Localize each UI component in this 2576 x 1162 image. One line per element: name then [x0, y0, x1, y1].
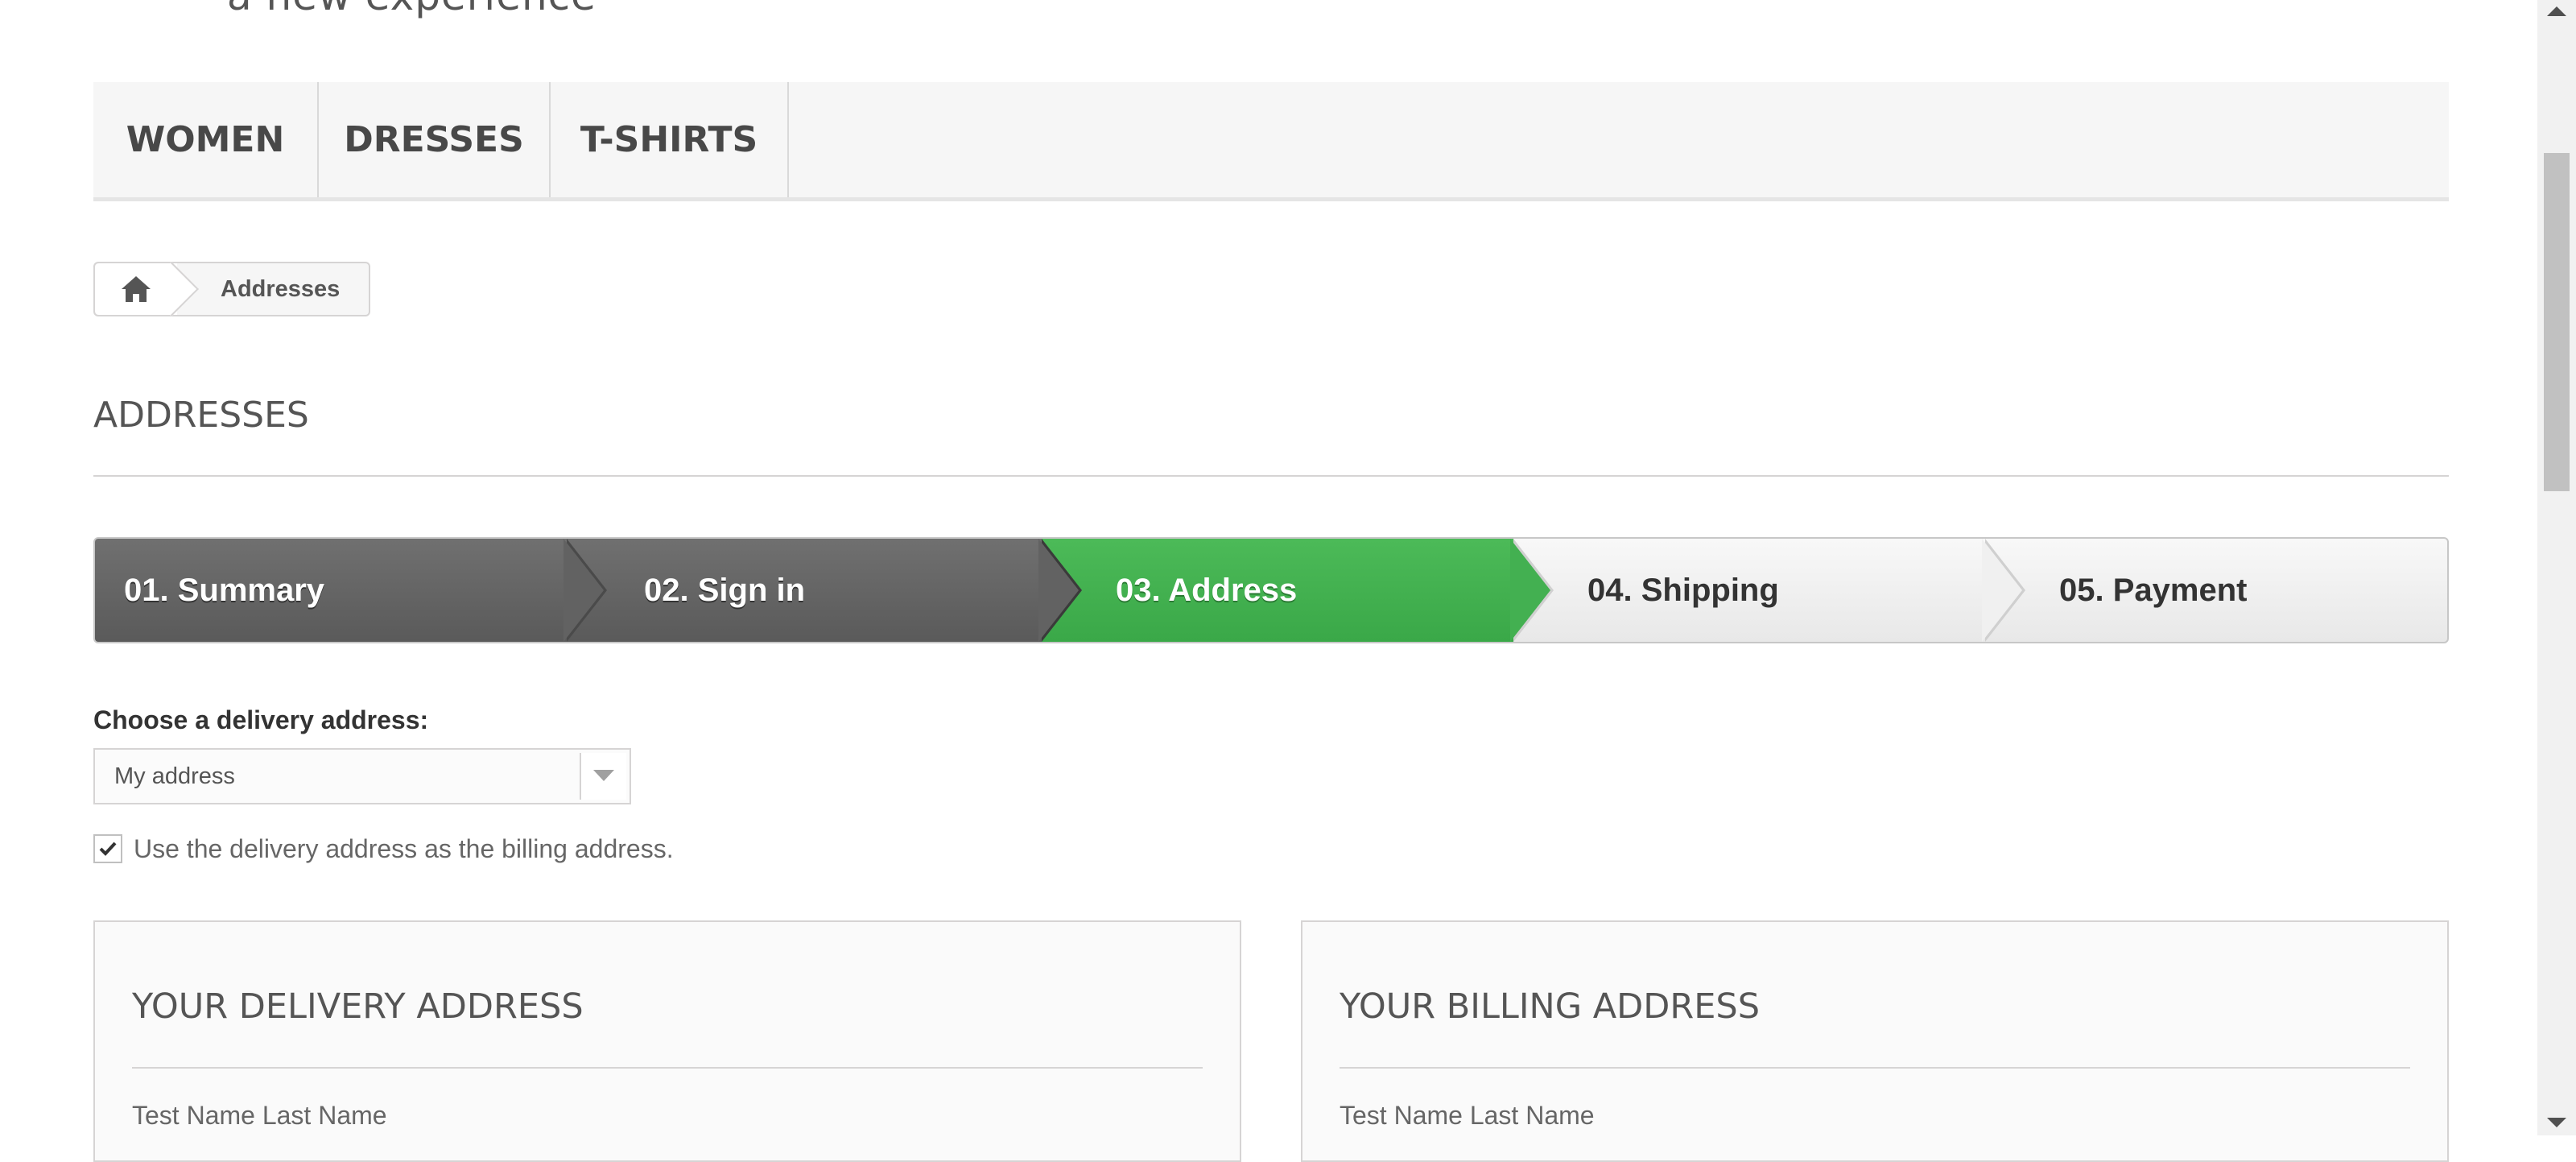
step-address[interactable]: 03. Address	[1042, 539, 1513, 642]
heading-divider	[93, 475, 2449, 477]
same-billing-label[interactable]: Use the delivery address as the billing …	[134, 834, 674, 864]
billing-address-divider	[1340, 1067, 2410, 1069]
checkmark-icon	[99, 842, 117, 856]
home-icon	[122, 276, 151, 302]
menu-item-dresses[interactable]: DRESSES	[319, 82, 551, 197]
step-shipping: 04. Shipping	[1513, 539, 1985, 642]
delivery-address-divider	[132, 1067, 1203, 1069]
chevron-down-icon	[593, 770, 614, 781]
billing-address-box: YOUR BILLING ADDRESS Test Name Last Name	[1301, 920, 2449, 1162]
delivery-address-select[interactable]: My address	[93, 748, 631, 804]
page-title: ADDRESSES	[93, 395, 309, 436]
banner-text: a new experience	[227, 0, 597, 19]
select-dropdown-button[interactable]	[580, 753, 626, 800]
step-summary-label: 01. Summary	[124, 572, 325, 608]
step-payment-label: 05. Payment	[2059, 572, 2248, 608]
step-summary[interactable]: 01. Summary	[95, 539, 570, 642]
scroll-down-arrow-icon[interactable]	[2547, 1118, 2566, 1127]
step-payment: 05. Payment	[1985, 539, 2447, 642]
menu-item-women[interactable]: WOMEN	[93, 82, 319, 197]
delivery-address-box: YOUR DELIVERY ADDRESS Test Name Last Nam…	[93, 920, 1241, 1162]
scroll-up-arrow-icon[interactable]	[2547, 6, 2566, 16]
scrollbar-thumb[interactable]	[2544, 153, 2570, 491]
checkout-steps: 01. Summary 02. Sign in 03. Address 04. …	[93, 537, 2449, 643]
top-menu: WOMEN DRESSES T-SHIRTS	[93, 82, 2449, 201]
delivery-address-value: My address	[114, 763, 235, 789]
step-shipping-label: 04. Shipping	[1587, 572, 1779, 608]
delivery-address-label: Choose a delivery address:	[93, 705, 429, 734]
menu-item-tshirts[interactable]: T-SHIRTS	[551, 82, 789, 197]
breadcrumb-current: Addresses	[221, 275, 341, 302]
billing-address-title: YOUR BILLING ADDRESS	[1340, 986, 1760, 1027]
page-scrollbar[interactable]	[2537, 0, 2576, 1135]
same-billing-checkbox[interactable]	[93, 834, 122, 863]
breadcrumb-home-link[interactable]	[95, 263, 177, 315]
breadcrumb: Addresses	[93, 262, 370, 316]
step-sign-in[interactable]: 02. Sign in	[570, 539, 1042, 642]
step-address-label: 03. Address	[1116, 572, 1298, 608]
delivery-address-title: YOUR DELIVERY ADDRESS	[132, 986, 584, 1027]
delivery-address-name: Test Name Last Name	[132, 1101, 387, 1130]
step-sign-in-label: 02. Sign in	[644, 572, 806, 608]
billing-address-name: Test Name Last Name	[1340, 1101, 1595, 1130]
